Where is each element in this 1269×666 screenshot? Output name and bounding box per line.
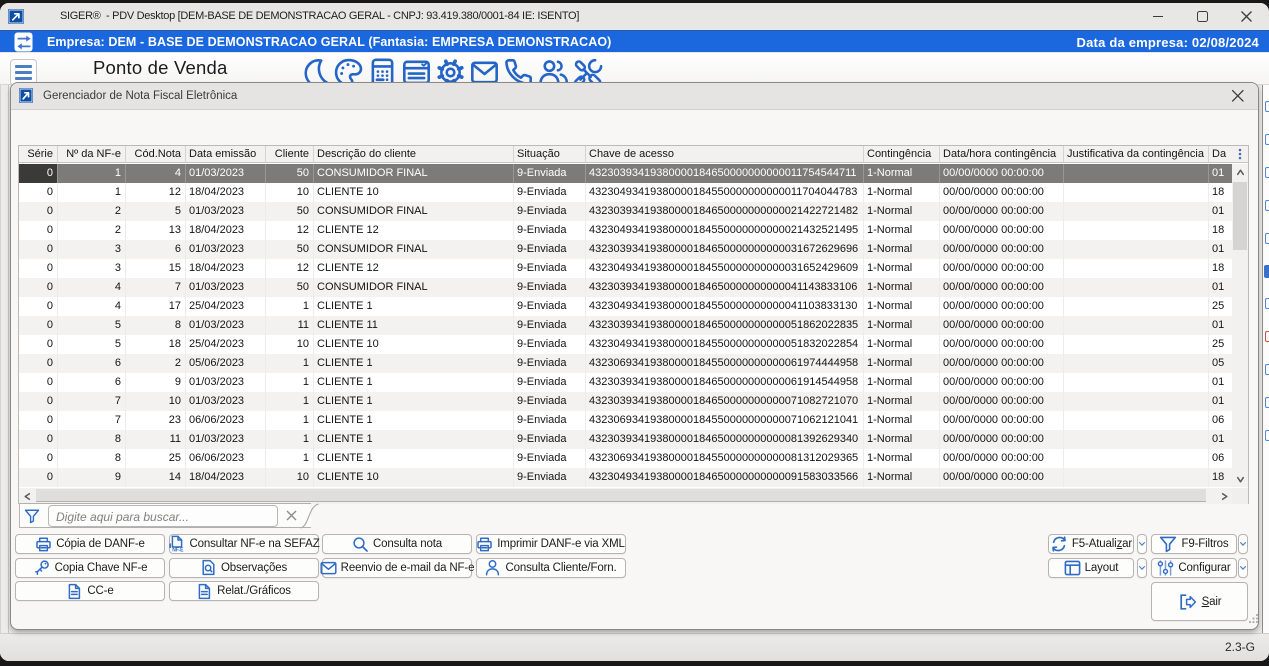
svg-text:NF-E: NF-E bbox=[173, 548, 185, 553]
